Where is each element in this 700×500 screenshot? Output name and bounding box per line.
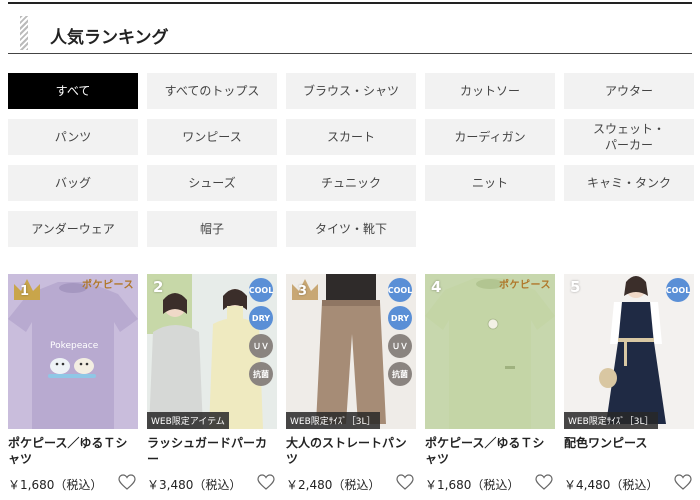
badge-uv: ＵＶ (249, 334, 273, 358)
product-card-3[interactable]: 3 COOL DRY ＵＶ 抗菌 WEB限定ｻｲｽﾞ［3L］ 大人のストレートパ… (286, 274, 416, 500)
category-tights-socks[interactable]: タイツ・靴下 (286, 211, 416, 247)
product-name[interactable]: 配色ワンピース (564, 435, 694, 451)
brand-logo-pokepeace: ポケピース (82, 280, 134, 291)
feature-badges: COOL DRY ＵＶ 抗菌 (388, 278, 412, 390)
svg-text:Pokepeace: Pokepeace (50, 341, 99, 351)
rank-number: 5 (570, 278, 581, 296)
product-price: ￥4,480（税込） (564, 478, 659, 492)
product-name[interactable]: ポケピース／ゆるＴシャツ (425, 435, 555, 467)
category-blouse-shirt[interactable]: ブラウス・シャツ (286, 73, 416, 109)
category-skirt[interactable]: スカート (286, 119, 416, 155)
product-card-4[interactable]: 4 ポケピース ポケピース／ゆるＴシャツ ￥1,680（税込） (425, 274, 555, 500)
category-shoes[interactable]: シューズ (147, 165, 277, 201)
section-header: 人気ランキング (8, 6, 692, 52)
category-hat[interactable]: 帽子 (147, 211, 277, 247)
product-card-5[interactable]: 5 COOL WEB限定ｻｲｽﾞ［3L］ 配色ワンピース ￥4,480（税込） (564, 274, 694, 500)
product-image-3[interactable]: 3 COOL DRY ＵＶ 抗菌 WEB限定ｻｲｽﾞ［3L］ (286, 274, 416, 429)
category-all-tops[interactable]: すべてのトップス (147, 73, 277, 109)
rank-number: 4 (431, 278, 442, 296)
green-tshirt-image (425, 278, 555, 429)
ranking-products: Pokepeace 1 ポケピース ポケピース／ゆるＴシャツ ￥1,680（税込… (8, 274, 700, 500)
badge-cool: COOL (249, 278, 273, 302)
category-cutsew[interactable]: カットソー (425, 73, 555, 109)
product-price: ￥3,480（税込） (147, 478, 242, 492)
product-price: ￥1,680（税込） (425, 478, 520, 492)
category-outer[interactable]: アウター (564, 73, 694, 109)
product-name[interactable]: 大人のストレートパンツ (286, 435, 416, 467)
header-hatch-decoration (20, 16, 28, 50)
web-limited-size-tag: WEB限定ｻｲｽﾞ［3L］ (564, 412, 658, 429)
header-divider (8, 53, 692, 54)
product-name[interactable]: ラッシュガードパーカー (147, 435, 277, 467)
category-knit[interactable]: ニット (425, 165, 555, 201)
favorite-heart-icon[interactable] (535, 474, 553, 490)
category-pants[interactable]: パンツ (8, 119, 138, 155)
page-title: 人気ランキング (50, 28, 169, 48)
badge-dry: DRY (249, 306, 273, 330)
category-bag[interactable]: バッグ (8, 165, 138, 201)
badge-uv: ＵＶ (388, 334, 412, 358)
category-cardigan[interactable]: カーディガン (425, 119, 555, 155)
product-card-1[interactable]: Pokepeace 1 ポケピース ポケピース／ゆるＴシャツ ￥1,680（税込… (8, 274, 138, 500)
brand-logo-pokepeace: ポケピース (499, 280, 551, 291)
web-limited-size-tag: WEB限定ｻｲｽﾞ［3L］ (286, 412, 380, 429)
feature-badges: COOL DRY ＵＶ 抗菌 (249, 278, 273, 390)
product-name[interactable]: ポケピース／ゆるＴシャツ (8, 435, 138, 467)
category-sweat-parka[interactable]: スウェット・ パーカー (564, 119, 694, 155)
badge-cool: COOL (388, 278, 412, 302)
feature-badges: COOL (666, 278, 690, 306)
category-tunic[interactable]: チュニック (286, 165, 416, 201)
product-card-2[interactable]: 2 COOL DRY ＵＶ 抗菌 WEB限定アイテム ラッシュガードパーカー ￥… (147, 274, 277, 500)
category-cami-tank[interactable]: キャミ・タンク (564, 165, 694, 201)
product-price: ￥1,680（税込） (8, 478, 103, 492)
category-all[interactable]: すべて (8, 73, 138, 109)
rank-number: 1 (20, 284, 30, 299)
badge-cool: COOL (666, 278, 690, 302)
product-image-5[interactable]: 5 COOL WEB限定ｻｲｽﾞ［3L］ (564, 274, 694, 429)
favorite-heart-icon[interactable] (674, 474, 692, 490)
top-rule (8, 2, 692, 4)
favorite-heart-icon[interactable] (396, 474, 414, 490)
product-price: ￥2,480（税込） (286, 478, 381, 492)
badge-antibacterial: 抗菌 (249, 362, 273, 386)
badge-dry: DRY (388, 306, 412, 330)
favorite-heart-icon[interactable] (257, 474, 275, 490)
badge-antibacterial: 抗菌 (388, 362, 412, 386)
rank-number: 2 (153, 278, 164, 296)
product-image-2[interactable]: 2 COOL DRY ＵＶ 抗菌 WEB限定アイテム (147, 274, 277, 429)
favorite-heart-icon[interactable] (118, 474, 136, 490)
category-onepiece[interactable]: ワンピース (147, 119, 277, 155)
category-underwear[interactable]: アンダーウェア (8, 211, 138, 247)
rank-number: 3 (298, 284, 308, 299)
product-image-4[interactable]: 4 ポケピース (425, 274, 555, 429)
product-image-1[interactable]: Pokepeace 1 ポケピース (8, 274, 138, 429)
web-limited-tag: WEB限定アイテム (147, 412, 229, 429)
